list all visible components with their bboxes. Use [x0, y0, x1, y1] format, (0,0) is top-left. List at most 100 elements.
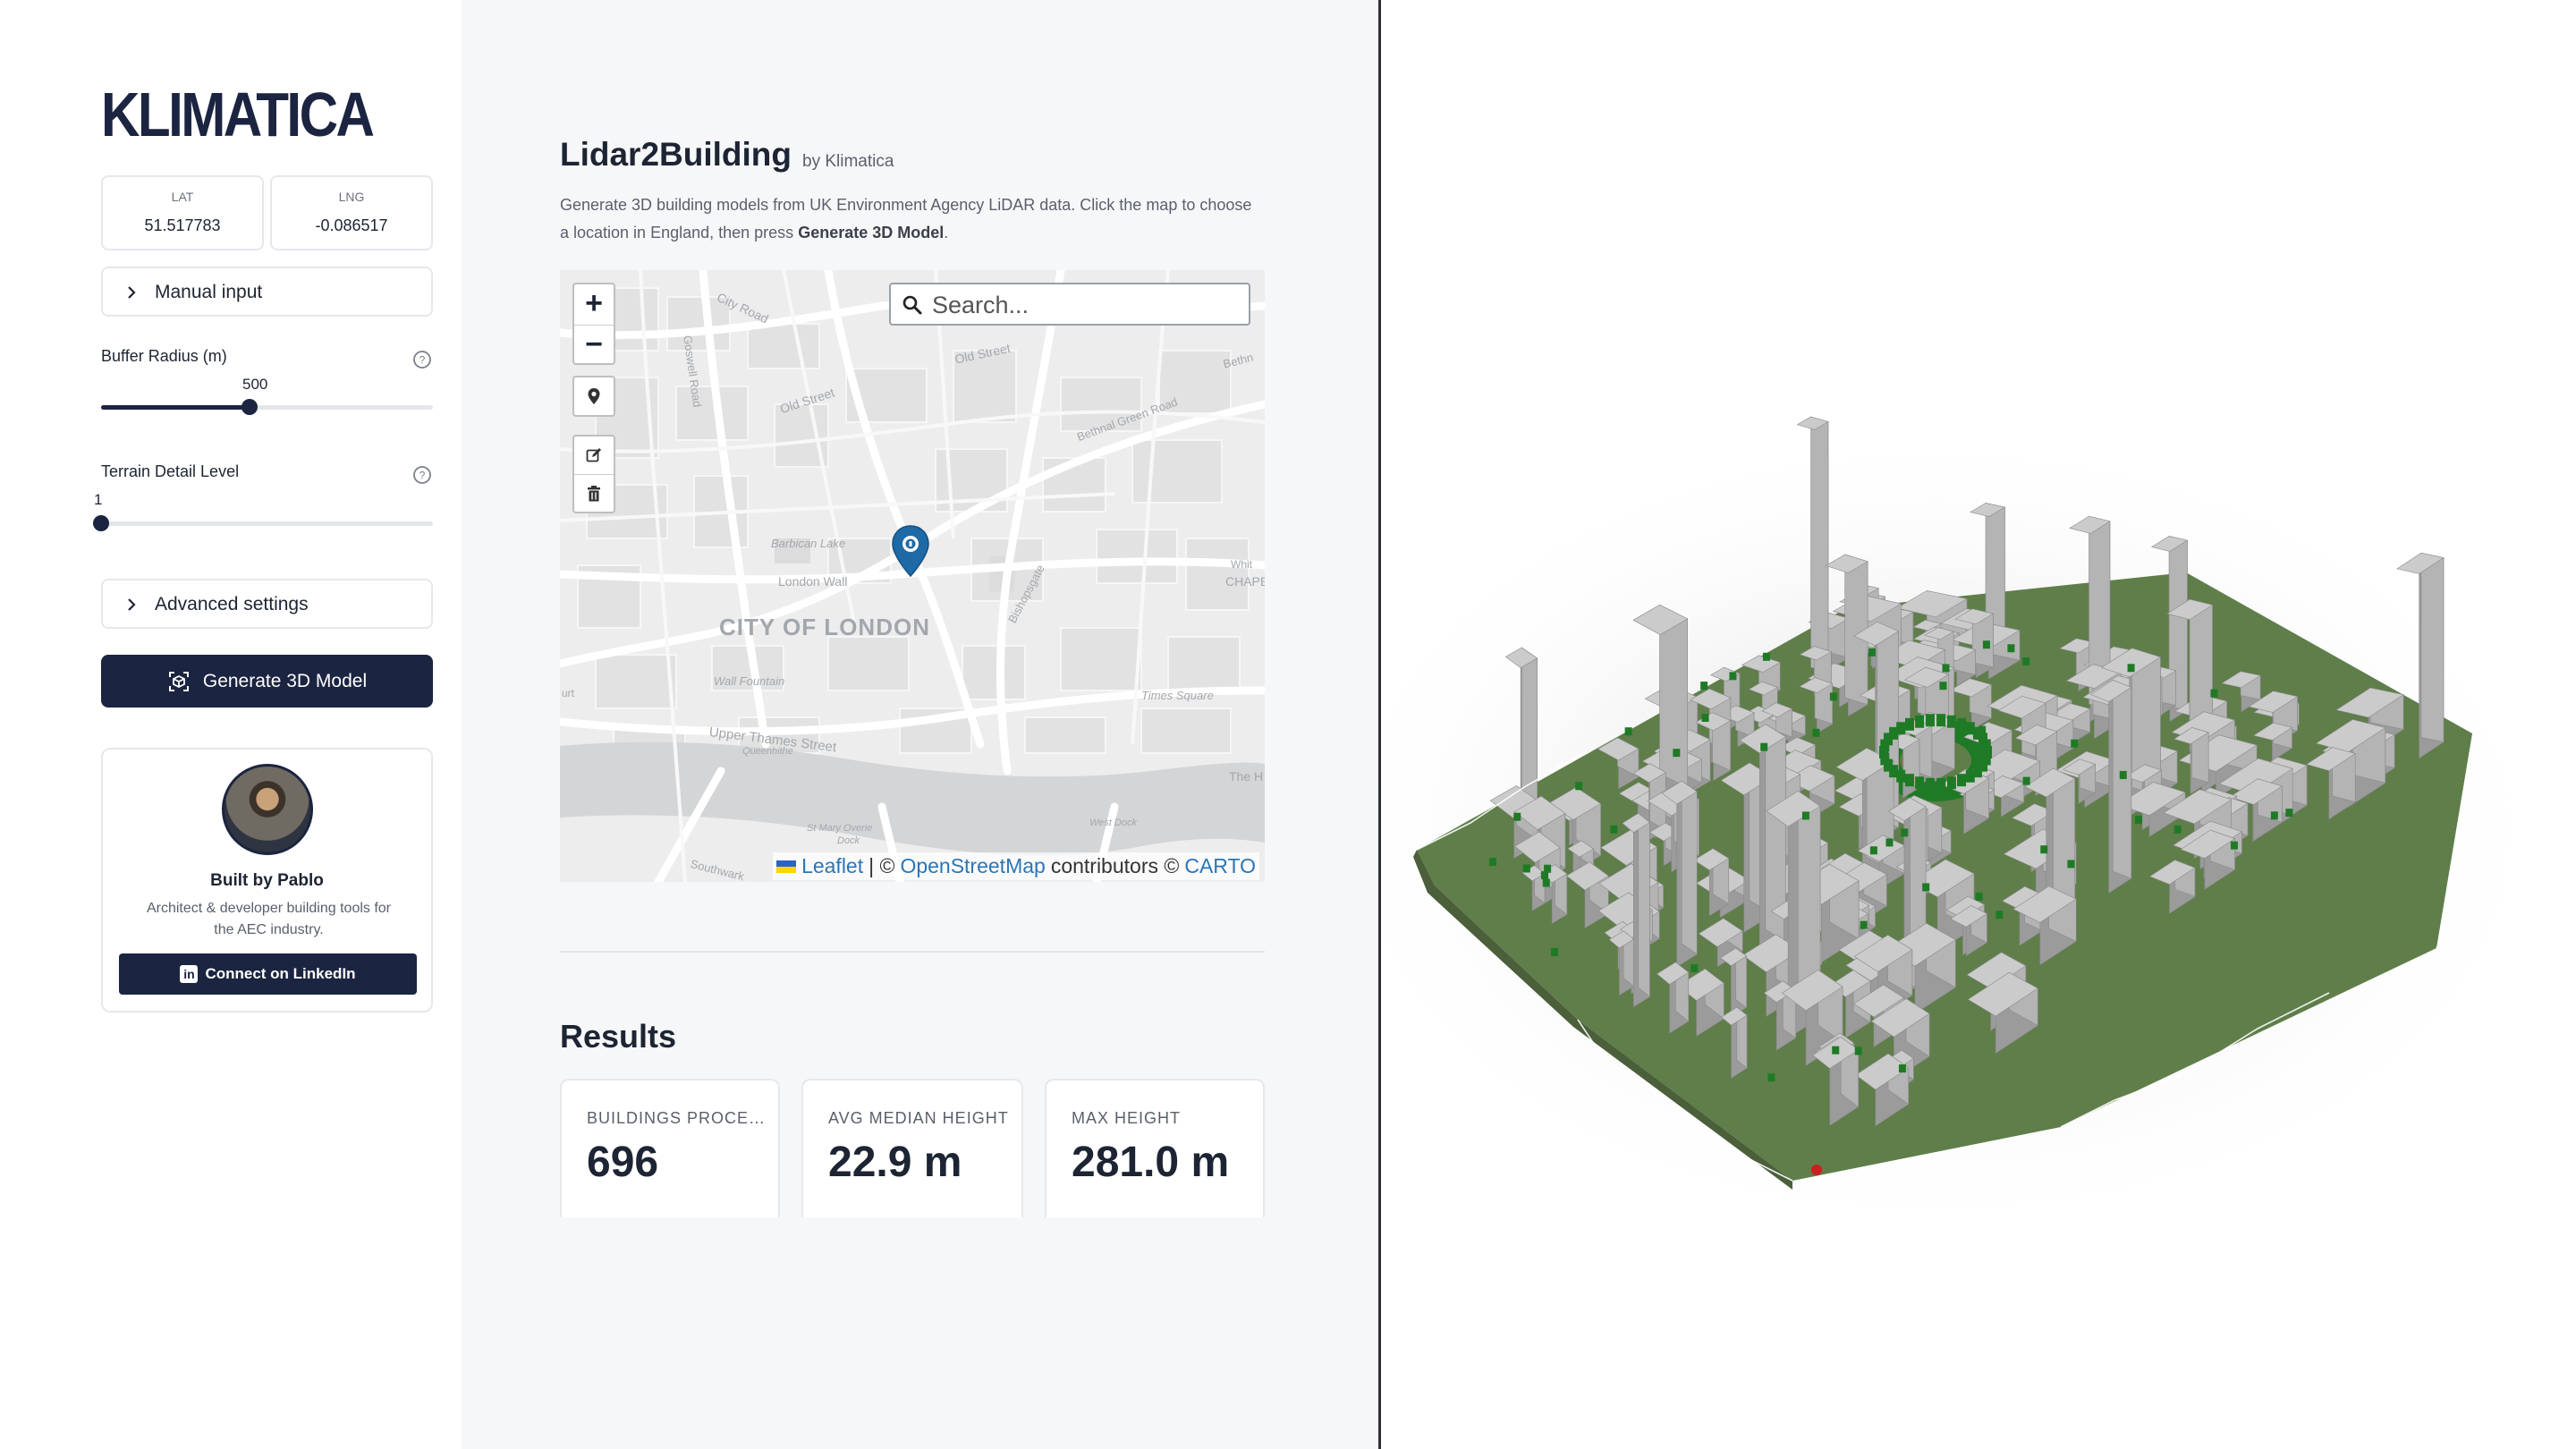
tree	[1868, 648, 1876, 657]
buffer-radius-slider[interactable]	[101, 399, 433, 415]
tree	[1896, 722, 1906, 735]
carto-link[interactable]: CARTO	[1184, 854, 1256, 878]
tree	[1936, 714, 1946, 727]
map-label: London Wall	[778, 574, 848, 589]
author-card: Built by Pablo Architect & developer bui…	[101, 748, 433, 1013]
section-divider	[560, 951, 1265, 953]
tree	[1957, 774, 1966, 787]
map-label: urt	[562, 687, 575, 699]
tree	[1673, 749, 1681, 758]
metric-label: BUILDINGS PROCE…	[587, 1109, 767, 1127]
tree	[1869, 846, 1877, 855]
delete-layers-button[interactable]	[574, 474, 614, 512]
tree	[2067, 860, 2075, 869]
tree	[1939, 682, 1947, 691]
tree	[1760, 742, 1768, 751]
tree	[1767, 1073, 1775, 1082]
3d-city-model[interactable]	[1381, 0, 2576, 1449]
edit-layers-button[interactable]	[574, 436, 614, 474]
ukraine-flag-icon	[776, 860, 797, 873]
locate-control	[572, 376, 615, 417]
advanced-settings-label: Advanced settings	[155, 594, 309, 614]
terrain-detail-slider[interactable]	[93, 515, 433, 531]
author-name: Built by Pablo	[210, 871, 324, 890]
intro-text: Generate 3D building models from UK Envi…	[560, 191, 1258, 247]
tree	[1812, 728, 1820, 737]
brand-logo: KLIMATICA	[101, 80, 375, 149]
metric-value: 696	[587, 1139, 659, 1186]
leaflet-link[interactable]: Leaflet	[801, 854, 863, 878]
building-face	[1844, 554, 1868, 706]
tree	[1905, 774, 1914, 787]
tree	[1885, 838, 1894, 847]
advanced-settings-expander[interactable]: Advanced settings	[101, 579, 433, 629]
zoom-in-button[interactable]: +	[574, 284, 614, 325]
map-pin-icon	[588, 388, 600, 404]
trash-icon	[588, 485, 600, 501]
generate-3d-model-button[interactable]: Generate 3D Model	[101, 655, 433, 708]
tree	[1922, 883, 1930, 892]
slider-fill	[101, 405, 250, 410]
tree	[1575, 782, 1583, 791]
map-label: Dock	[837, 835, 860, 846]
building-face	[1681, 780, 1698, 955]
metric-value: 281.0 m	[1072, 1139, 1230, 1186]
map-search-input[interactable]	[932, 290, 1236, 320]
map-search-box[interactable]	[889, 283, 1250, 326]
help-icon[interactable]: ?	[412, 465, 432, 485]
tree	[2210, 689, 2218, 698]
tree	[2071, 739, 2079, 748]
tree	[1925, 714, 1935, 727]
map-label: Wall Fountain	[714, 674, 785, 688]
3d-viewer[interactable]	[1381, 0, 2576, 1449]
help-icon[interactable]: ?	[412, 350, 432, 369]
attribution-separator: | ©	[869, 854, 895, 877]
map-label: St Mary Overie	[807, 823, 873, 834]
buffer-radius-value: 500	[242, 376, 268, 393]
tree	[2270, 811, 2278, 820]
origin-marker	[1811, 1165, 1822, 1175]
tree	[2285, 809, 2293, 818]
edit-icon	[586, 448, 601, 462]
tree	[1898, 1064, 1906, 1073]
draw-toolbar	[572, 435, 615, 513]
map-attribution: Leaflet | © OpenStreetMap contributors ©…	[773, 852, 1259, 880]
tree	[1979, 725, 1987, 734]
tree	[2230, 841, 2238, 850]
connect-linkedin-button[interactable]: in Connect on LinkedIn	[119, 953, 417, 995]
tree	[1829, 692, 1837, 701]
zoom-out-button[interactable]: −	[574, 325, 614, 365]
latitude-value: 51.517783	[144, 216, 221, 234]
tree	[1915, 776, 1925, 790]
map[interactable]: CITY OF LONDON Barbican Lake London Wall…	[560, 270, 1265, 882]
tree	[1729, 672, 1737, 681]
tree	[1946, 776, 1956, 790]
building-face	[1638, 812, 1650, 998]
map-label: West Dock	[1089, 818, 1137, 828]
tree	[1965, 769, 1975, 783]
location-marker-icon[interactable]	[890, 524, 931, 578]
tree	[1522, 864, 1530, 873]
manual-input-expander[interactable]: Manual input	[101, 267, 433, 317]
openstreetmap-link[interactable]: OpenStreetMap	[900, 854, 1045, 878]
page-byline: by Klimatica	[802, 152, 894, 171]
tree	[1762, 652, 1770, 661]
generate-button-label: Generate 3D Model	[202, 670, 368, 691]
place-marker-button[interactable]	[574, 377, 614, 415]
author-description: Architect & developer building tools for…	[146, 901, 392, 937]
map-label: Barbican Lake	[771, 537, 846, 550]
latitude-display: LAT 51.517783	[101, 175, 264, 250]
tree	[1936, 777, 1946, 791]
svg-text:?: ?	[419, 470, 426, 482]
tree	[2022, 776, 2030, 785]
tree	[1801, 811, 1809, 820]
tree	[1925, 777, 1935, 791]
longitude-display: LNG -0.086517	[270, 175, 433, 250]
slider-thumb[interactable]	[242, 399, 258, 415]
chevron-right-icon	[128, 286, 136, 299]
building-face	[1810, 416, 1829, 673]
metric-card-buildings: BUILDINGS PROCE… 696	[560, 1079, 780, 1217]
tree	[1610, 825, 1618, 834]
longitude-label: LNG	[338, 190, 365, 204]
slider-thumb[interactable]	[93, 515, 109, 531]
